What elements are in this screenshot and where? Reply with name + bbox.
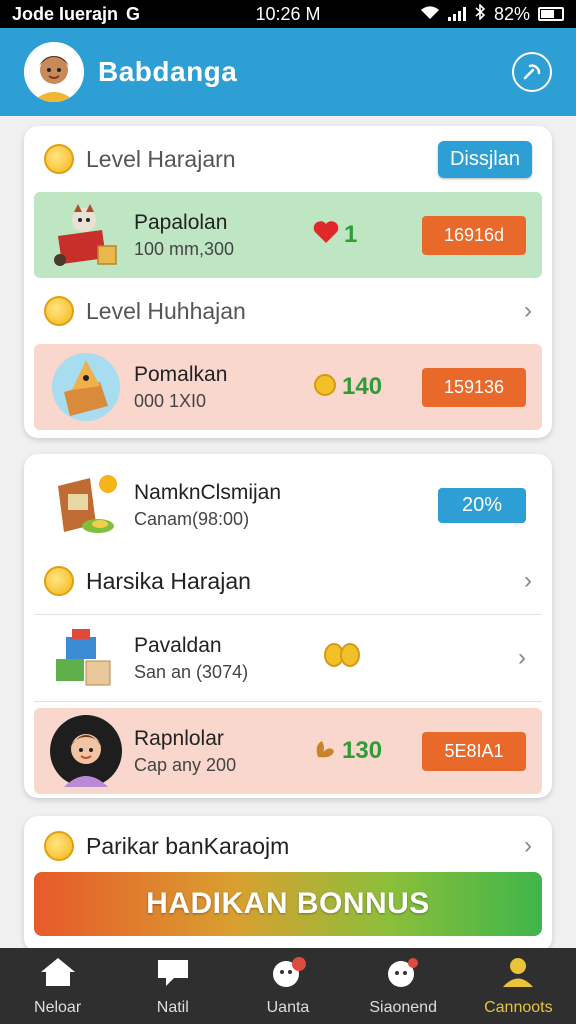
level-label: Level Harajarn: [86, 145, 236, 172]
bonus-button[interactable]: HADIKAN BONNUS: [34, 872, 542, 936]
reward: 1: [312, 219, 422, 252]
item-text: Pomalkan 000 1XI0: [134, 363, 312, 412]
item-subtitle: Cap any 200: [134, 754, 237, 775]
gift-stack-icon: [50, 622, 122, 694]
battery-percent: 82%: [493, 3, 530, 24]
app-header: Babdanga: [0, 28, 576, 116]
heart-icon: [312, 219, 340, 252]
chevron-right-icon: ›: [524, 567, 532, 594]
item-subtitle: San an (3074): [134, 661, 249, 682]
item-text: Rapnlolar Cap any 200: [134, 727, 312, 776]
claim-button[interactable]: 5E8IA1: [422, 731, 526, 771]
profile-icon: [499, 956, 537, 993]
levels-card-1: Level Harajarn Dissjlan Papalolan 100 mm…: [24, 126, 552, 438]
carrier-name: Jode Iuerajn: [12, 3, 119, 24]
squirrel-icon: [312, 735, 338, 768]
reward: [322, 642, 432, 674]
level-row-huhhajan[interactable]: Level Huhhajan ›: [24, 278, 552, 344]
item-name: Rapnlolar: [134, 726, 224, 750]
item-name: Pavaldan: [134, 633, 222, 657]
signal-icon: [447, 7, 466, 21]
percent-badge-button[interactable]: 20%: [438, 487, 526, 523]
bottom-nav: Neloar Natil Uanta Siaonend Cannoots: [0, 948, 576, 1024]
reward-value: 130: [342, 737, 383, 764]
avatar[interactable]: [24, 42, 84, 102]
nav-label: Neloar: [34, 998, 82, 1016]
nav-item-home[interactable]: Neloar: [0, 956, 115, 1017]
coins-icon: [322, 642, 362, 674]
level-row-harajarn: Level Harajarn Dissjlan: [24, 126, 552, 192]
levels-card-2: NamknClsmijan Canam(98:00) 20% Harsika H…: [24, 454, 552, 798]
reward-value: 1: [344, 221, 358, 248]
smiley-coin-icon: [44, 566, 74, 596]
item-name: NamknClsmijan: [134, 480, 282, 504]
refresh-icon[interactable]: [512, 52, 552, 92]
chat-icon: [154, 956, 192, 993]
reward: 140: [312, 371, 422, 404]
reward-value: 140: [342, 373, 383, 400]
list-item[interactable]: Pomalkan 000 1XI0 140 159136: [34, 344, 542, 430]
item-text: NamknClsmijan Canam(98:00): [134, 481, 438, 530]
reward: 130: [312, 735, 422, 768]
game-icon: [269, 956, 307, 993]
list-item[interactable]: Rapnlolar Cap any 200 130 5E8IA1: [34, 708, 542, 794]
item-name: Papalolan: [134, 210, 228, 234]
claim-button[interactable]: 159136: [422, 367, 526, 407]
smiley-coin-icon: [44, 831, 74, 861]
level-label: Harsika Harajan: [86, 567, 251, 594]
item-subtitle: 000 1XI0: [134, 390, 207, 411]
bluetooth-icon: [474, 2, 486, 25]
item-text: Pavaldan San an (3074): [134, 634, 322, 683]
bonus-card: Parikar banKaraojm › HADIKAN BONNUS: [24, 816, 552, 952]
coin-icon: [44, 296, 74, 326]
shopping-bag-icon: [50, 469, 122, 541]
nav-item-game[interactable]: Uanta: [230, 956, 345, 1017]
list-item[interactable]: Pavaldan San an (3074) ›: [34, 615, 542, 701]
nav-item-profile[interactable]: Cannoots: [461, 956, 576, 1017]
coin-icon: [44, 144, 74, 174]
level-action-button[interactable]: Dissjlan: [437, 140, 532, 178]
chevron-right-icon: ›: [524, 297, 532, 324]
pet-icon: [384, 956, 422, 993]
chevron-right-icon: ›: [518, 644, 526, 671]
nav-item-pet[interactable]: Siaonend: [346, 956, 461, 1017]
level-row-harsika[interactable]: Harsika Harajan ›: [24, 548, 552, 614]
girl-avatar-icon: [50, 715, 122, 787]
nav-label: Natil: [156, 998, 189, 1016]
divider: [34, 701, 542, 702]
list-item[interactable]: Papalolan 100 mm,300 1 16916d: [34, 192, 542, 278]
coin-bag-icon: [312, 371, 338, 404]
nav-item-chat[interactable]: Natil: [115, 956, 230, 1017]
item-text: Papalolan 100 mm,300: [134, 211, 312, 260]
nav-label: Siaonend: [369, 998, 437, 1016]
item-subtitle: Canam(98:00): [134, 508, 250, 529]
status-right: 82%: [420, 2, 564, 25]
claim-button[interactable]: 16916d: [422, 215, 526, 255]
app-title: Babdanga: [98, 56, 238, 87]
app-notification-icon: G: [126, 3, 141, 24]
list-item[interactable]: NamknClsmijan Canam(98:00) 20%: [34, 462, 542, 548]
gift-box-icon: [50, 351, 122, 423]
wifi-icon: [420, 4, 440, 25]
level-row-parikar[interactable]: Parikar banKaraojm ›: [24, 816, 552, 876]
nav-label: Uanta: [266, 998, 310, 1016]
level-label: Parikar banKaraojm: [86, 832, 290, 859]
status-left: Jode Iuerajn G: [12, 4, 140, 25]
status-bar: Jode Iuerajn G 10:26 M 82%: [0, 0, 576, 28]
nav-label: Cannoots: [484, 998, 553, 1016]
item-name: Pomalkan: [134, 362, 228, 386]
level-label: Level Huhhajan: [86, 297, 246, 324]
treasure-chest-icon: [50, 199, 122, 271]
chevron-right-icon: ›: [524, 832, 532, 859]
item-subtitle: 100 mm,300: [134, 238, 235, 259]
battery-icon: [538, 7, 564, 21]
home-icon: [39, 956, 77, 993]
